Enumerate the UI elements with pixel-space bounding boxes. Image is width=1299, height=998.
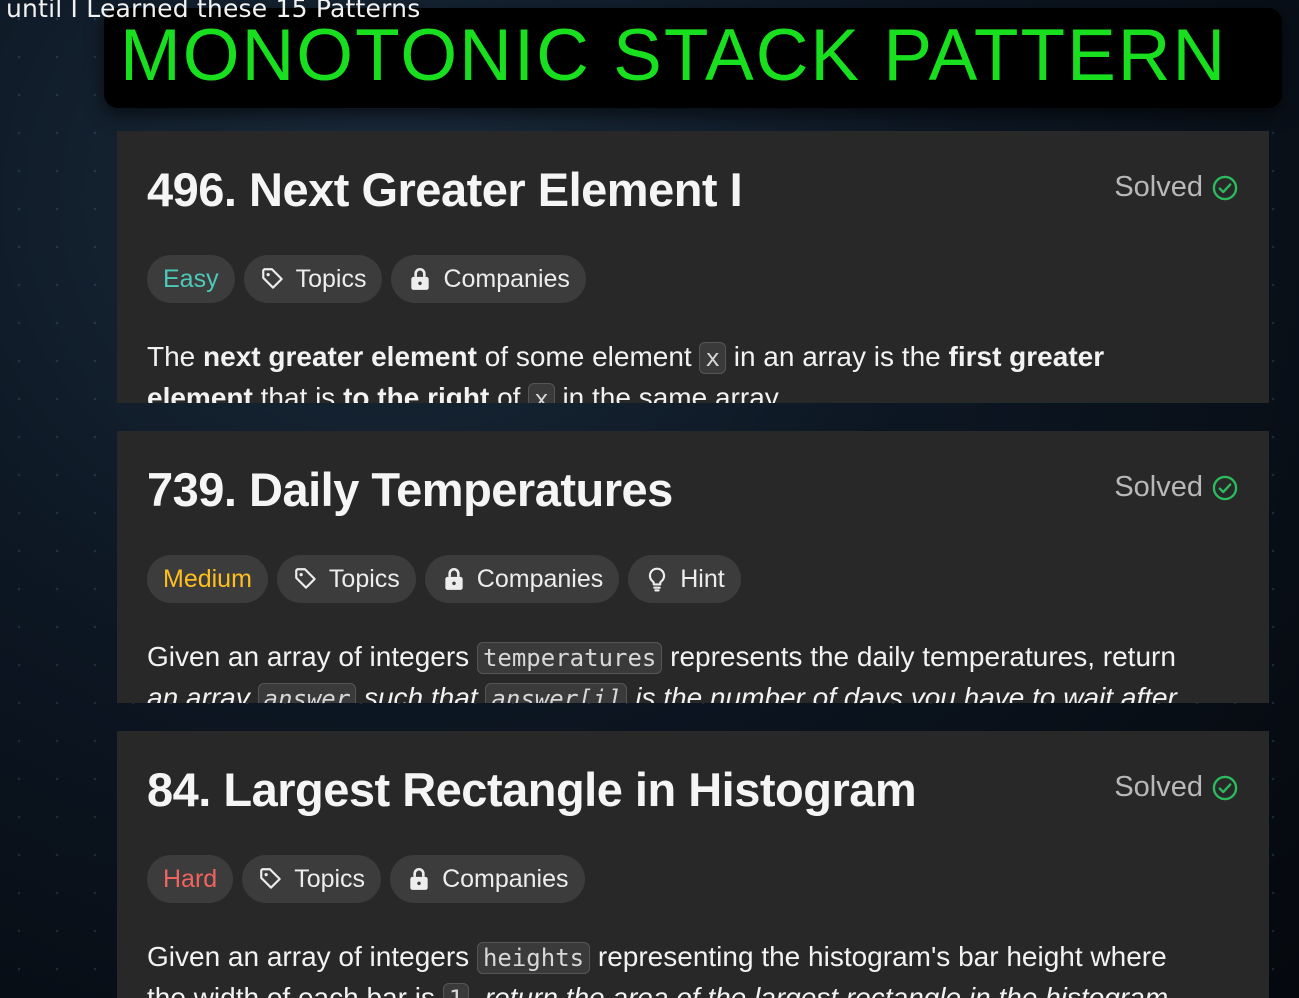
companies-label: Companies bbox=[443, 264, 570, 293]
problem-title[interactable]: 496. Next Greater Element I bbox=[147, 157, 743, 223]
code-x: x bbox=[699, 342, 726, 374]
solved-label: Solved bbox=[1114, 171, 1203, 203]
tag-row: Hard Topics Companies bbox=[147, 855, 585, 903]
tag-row: Medium Topics Companies Hint bbox=[147, 555, 741, 603]
difficulty-badge: Easy bbox=[147, 255, 235, 303]
banner-title: MONOTONIC STACK PATTERN bbox=[120, 15, 1228, 96]
solved-status: Solved bbox=[1114, 771, 1239, 804]
lightbulb-icon bbox=[649, 567, 666, 592]
topics-label: Topics bbox=[295, 264, 367, 293]
topics-label: Topics bbox=[294, 864, 366, 893]
companies-button[interactable]: Companies bbox=[391, 255, 586, 303]
companies-button[interactable]: Companies bbox=[424, 555, 620, 603]
difficulty-label: Hard bbox=[163, 864, 218, 893]
companies-button[interactable]: Companies bbox=[390, 855, 585, 903]
problem-description: Given an array of integers temperatures … bbox=[147, 637, 1239, 703]
solved-label: Solved bbox=[1114, 771, 1203, 803]
code-temperatures: temperatures bbox=[476, 642, 663, 674]
tag-icon bbox=[295, 568, 316, 589]
check-circle-icon bbox=[1212, 475, 1238, 500]
lock-icon bbox=[410, 867, 428, 890]
code-answer-i: answer[i] bbox=[485, 683, 628, 703]
tag-icon bbox=[260, 868, 281, 889]
problem-card-496[interactable]: 496. Next Greater Element I Solved Easy … bbox=[117, 131, 1269, 403]
topics-button[interactable]: Topics bbox=[242, 855, 382, 903]
difficulty-label: Medium bbox=[163, 564, 252, 593]
problem-description: Given an array of integers heights repre… bbox=[147, 937, 1239, 998]
check-circle-icon bbox=[1212, 175, 1238, 200]
solved-status: Solved bbox=[1114, 471, 1239, 504]
title-banner: MONOTONIC STACK PATTERN bbox=[104, 8, 1282, 108]
solved-status: Solved bbox=[1114, 171, 1239, 204]
code-x: x bbox=[528, 383, 555, 403]
companies-label: Companies bbox=[442, 864, 569, 893]
problem-title[interactable]: 84. Largest Rectangle in Histogram bbox=[147, 757, 917, 823]
video-caption: until I Learned these 15 Patterns bbox=[6, 0, 421, 23]
companies-label: Companies bbox=[476, 564, 604, 593]
topics-button[interactable]: Topics bbox=[276, 555, 416, 603]
code-one: 1 bbox=[442, 983, 470, 998]
problem-card-84[interactable]: 84. Largest Rectangle in Histogram Solve… bbox=[117, 731, 1269, 998]
problem-description: The next greater element of some element… bbox=[147, 337, 1239, 403]
solved-label: Solved bbox=[1114, 471, 1203, 503]
difficulty-badge: Hard bbox=[147, 855, 234, 903]
problem-title[interactable]: 739. Daily Temperatures bbox=[147, 457, 673, 523]
hint-label: Hint bbox=[680, 564, 725, 593]
problem-card-739[interactable]: 739. Daily Temperatures Solved Medium To… bbox=[117, 431, 1269, 703]
check-circle-icon bbox=[1212, 775, 1238, 800]
difficulty-badge: Medium bbox=[147, 555, 268, 603]
tag-row: Easy Topics Companies bbox=[147, 255, 586, 303]
code-heights: heights bbox=[476, 942, 591, 974]
topics-label: Topics bbox=[328, 564, 400, 593]
difficulty-label: Easy bbox=[163, 264, 219, 293]
tag-icon bbox=[261, 268, 283, 289]
lock-icon bbox=[411, 267, 430, 290]
lock-icon bbox=[445, 567, 463, 590]
hint-button[interactable]: Hint bbox=[628, 555, 741, 603]
topics-button[interactable]: Topics bbox=[243, 255, 383, 303]
code-answer: answer bbox=[257, 683, 357, 703]
